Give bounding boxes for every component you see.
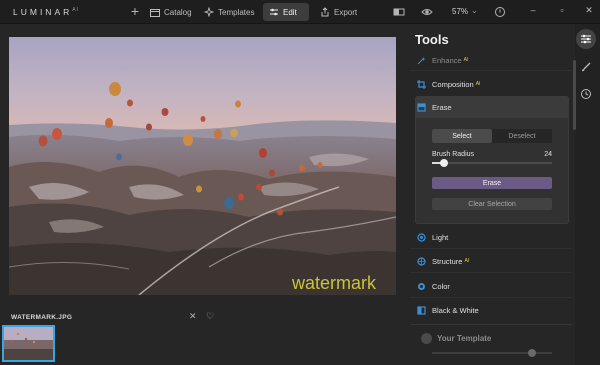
tool-composition[interactable]: Composition AI bbox=[417, 76, 480, 92]
tool-light-label: Light bbox=[432, 232, 449, 242]
tool-enhance[interactable]: Enhance AI bbox=[417, 52, 468, 68]
app-logo-text: LUMINAR bbox=[13, 7, 73, 17]
tool-structure-badge: AI bbox=[464, 258, 470, 264]
heart-icon[interactable]: ♡ bbox=[206, 311, 214, 322]
tool-erase[interactable]: Erase bbox=[417, 99, 452, 115]
tool-composition-label: Composition bbox=[432, 79, 474, 89]
catalog-label: Catalog bbox=[164, 7, 192, 17]
eye-icon[interactable] bbox=[421, 6, 433, 18]
export-label: Export bbox=[334, 7, 358, 17]
tool-black-white-label: Black & White bbox=[432, 305, 479, 315]
brush-radius-value: 24 bbox=[544, 151, 552, 158]
zoom-level[interactable]: 57% bbox=[452, 7, 468, 16]
tool-enhance-badge: AI bbox=[463, 57, 469, 63]
maximize-icon[interactable]: ▫ bbox=[556, 5, 568, 15]
undo-icon[interactable] bbox=[494, 6, 506, 18]
tool-color-label: Color bbox=[432, 281, 450, 291]
tool-composition-badge: AI bbox=[475, 81, 481, 87]
edit-icon bbox=[270, 8, 278, 16]
filmstrip-filename: WATERMARK.JPG bbox=[11, 314, 73, 321]
brush-radius-slider[interactable] bbox=[432, 162, 552, 164]
brush-radius-label: Brush Radius bbox=[432, 151, 475, 158]
top-bar: LUMINARAI + Catalog Templates Edit Expor… bbox=[0, 0, 600, 24]
catalog-icon bbox=[150, 8, 160, 17]
divider bbox=[410, 324, 572, 325]
history-icon[interactable] bbox=[576, 84, 596, 104]
tools-title: Tools bbox=[415, 32, 449, 47]
divider bbox=[410, 70, 572, 71]
select-button[interactable]: Select bbox=[432, 129, 492, 143]
tool-enhance-label: Enhance bbox=[432, 55, 462, 65]
enhance-icon bbox=[417, 56, 426, 64]
close-window-icon[interactable]: ✕ bbox=[583, 5, 595, 16]
compare-icon[interactable] bbox=[393, 6, 405, 18]
clear-selection-button[interactable]: Clear Selection bbox=[432, 198, 552, 210]
photo-canvas bbox=[9, 37, 396, 295]
export-tab[interactable]: Export bbox=[314, 3, 363, 21]
watermark-text: watermark bbox=[292, 273, 377, 293]
erase-icon bbox=[417, 102, 426, 112]
catalog-tab[interactable]: Catalog bbox=[144, 3, 198, 21]
chevron-down-icon[interactable]: ⌄ bbox=[471, 6, 478, 15]
tool-color[interactable]: Color bbox=[417, 278, 450, 294]
color-icon bbox=[418, 282, 425, 290]
main-photo[interactable]: watermark bbox=[9, 37, 396, 295]
composition-icon bbox=[417, 79, 426, 89]
thumbnail-image bbox=[4, 327, 53, 360]
app-logo: LUMINARAI bbox=[13, 7, 79, 17]
erase-button[interactable]: Erase bbox=[432, 177, 552, 189]
templates-tab[interactable]: Templates bbox=[198, 3, 260, 21]
templates-icon bbox=[204, 7, 214, 17]
tool-light[interactable]: Light bbox=[417, 229, 448, 245]
edit-tab[interactable]: Edit bbox=[263, 3, 309, 21]
templates-label: Templates bbox=[218, 7, 255, 17]
your-template-label[interactable]: Your Template bbox=[437, 334, 491, 343]
minimize-icon[interactable]: – bbox=[527, 5, 539, 15]
sliders-icon[interactable] bbox=[576, 29, 596, 49]
tool-structure-label: Structure bbox=[432, 256, 463, 266]
tool-erase-label: Erase bbox=[432, 102, 452, 112]
template-amount-slider-handle[interactable] bbox=[527, 349, 536, 357]
add-icon[interactable]: + bbox=[128, 3, 142, 19]
divider bbox=[410, 272, 572, 273]
brush-icon[interactable] bbox=[576, 57, 596, 77]
template-icon bbox=[421, 333, 432, 344]
edit-label: Edit bbox=[283, 7, 297, 17]
tool-black-white[interactable]: Black & White bbox=[417, 302, 479, 318]
divider bbox=[410, 297, 572, 298]
export-icon bbox=[321, 7, 329, 17]
close-icon[interactable]: ✕ bbox=[189, 311, 197, 322]
app-logo-sup: AI bbox=[72, 7, 79, 14]
brush-radius-slider-handle[interactable] bbox=[440, 159, 448, 167]
deselect-button[interactable]: Deselect bbox=[492, 129, 552, 143]
black-white-icon bbox=[417, 305, 426, 315]
tool-structure[interactable]: Structure AI bbox=[417, 253, 469, 269]
light-icon bbox=[417, 232, 426, 242]
filmstrip-thumbnail[interactable] bbox=[2, 325, 55, 362]
divider bbox=[410, 248, 572, 249]
tools-scrollbar[interactable] bbox=[573, 60, 576, 130]
structure-icon bbox=[417, 256, 426, 266]
